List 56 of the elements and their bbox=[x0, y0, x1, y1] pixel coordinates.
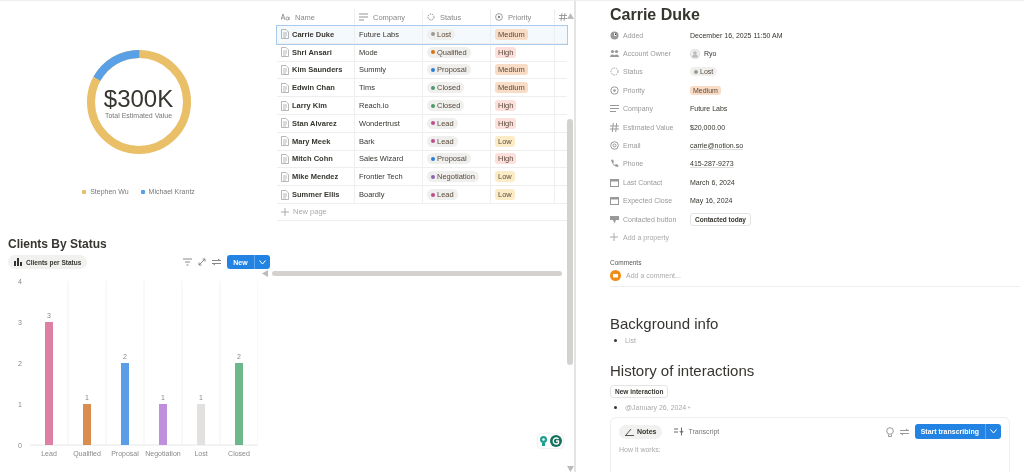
pencil-icon bbox=[625, 427, 634, 436]
caret-icon bbox=[990, 429, 997, 435]
bar bbox=[159, 404, 167, 445]
people-icon bbox=[610, 49, 619, 59]
section-heading: History of interactions bbox=[610, 362, 756, 380]
lines-icon bbox=[610, 104, 619, 114]
page-icon bbox=[281, 100, 289, 111]
lines-icon bbox=[359, 13, 368, 21]
microphone-icon bbox=[674, 427, 686, 437]
page-icon bbox=[281, 136, 289, 147]
settings-icon[interactable] bbox=[899, 427, 909, 436]
status-icon bbox=[427, 13, 435, 21]
text-type-icon bbox=[281, 13, 290, 21]
total-value: $300K bbox=[103, 85, 174, 112]
section-title: Clients By Status bbox=[8, 237, 108, 251]
at-sign-icon bbox=[610, 141, 619, 151]
bullet-icon bbox=[614, 339, 617, 343]
status-icon bbox=[610, 67, 619, 77]
target-icon bbox=[495, 13, 503, 21]
scroll-down-icon[interactable] bbox=[566, 466, 574, 472]
floating-widget[interactable] bbox=[538, 434, 563, 448]
plus-icon bbox=[610, 233, 618, 242]
plus-icon bbox=[281, 207, 289, 216]
filter-icon[interactable] bbox=[183, 258, 193, 266]
page-icon bbox=[281, 118, 289, 129]
page-icon bbox=[281, 153, 289, 164]
caret-icon bbox=[258, 259, 266, 265]
page-icon bbox=[281, 47, 289, 58]
avatar-icon bbox=[610, 270, 621, 282]
page-icon bbox=[281, 171, 289, 182]
number-type-icon bbox=[559, 13, 567, 21]
horizontal-scrollbar[interactable] bbox=[272, 271, 562, 276]
page-icon bbox=[281, 65, 289, 75]
bar-chart-icon bbox=[14, 258, 23, 266]
bar bbox=[83, 404, 91, 445]
page-icon bbox=[281, 29, 289, 40]
page-icon bbox=[281, 189, 289, 200]
record-title: Carrie Duke bbox=[610, 6, 701, 25]
section-heading: Background info bbox=[610, 315, 720, 333]
page-icon bbox=[281, 82, 289, 93]
target-icon bbox=[610, 85, 619, 95]
expand-icon[interactable] bbox=[198, 258, 207, 266]
vertical-scrollbar[interactable] bbox=[567, 119, 573, 365]
bullet-icon bbox=[614, 406, 617, 410]
hash-icon bbox=[610, 122, 619, 132]
calendar-icon bbox=[610, 196, 619, 206]
lightbulb-icon[interactable] bbox=[885, 426, 894, 437]
avatar-icon bbox=[690, 48, 700, 59]
lightbulb-icon bbox=[539, 435, 548, 447]
scroll-up-icon[interactable] bbox=[566, 13, 574, 19]
scroll-left-icon[interactable] bbox=[262, 270, 268, 277]
clock-icon bbox=[610, 30, 619, 40]
settings-icon[interactable] bbox=[212, 258, 222, 266]
phone-icon bbox=[610, 159, 619, 169]
calendar-icon bbox=[610, 177, 619, 187]
circle-logo-icon bbox=[550, 435, 562, 447]
